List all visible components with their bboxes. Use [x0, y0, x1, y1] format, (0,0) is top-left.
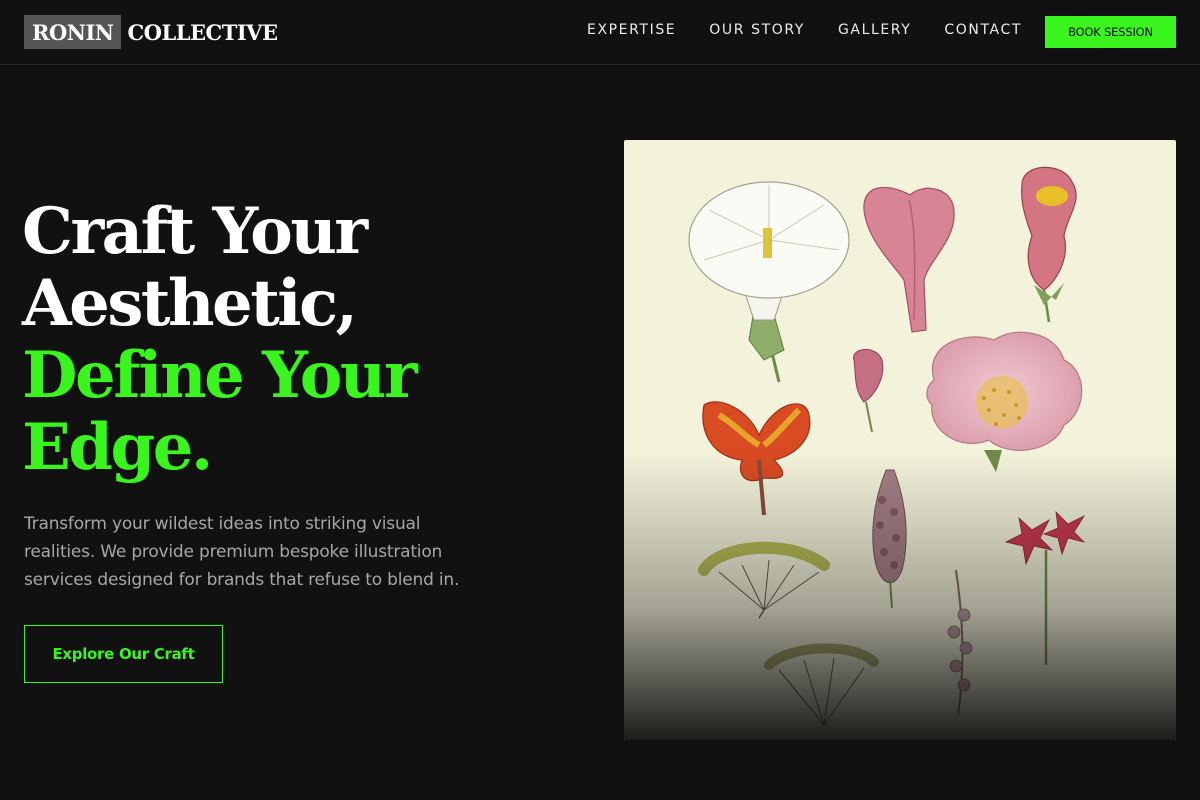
image-bottom-fade	[624, 140, 1176, 740]
navbar: RONIN COLLECTIVE EXPERTISE OUR STORY GAL…	[0, 0, 1200, 65]
nav-link-contact[interactable]: CONTACT	[944, 21, 1022, 39]
book-session-button[interactable]: BOOK SESSION	[1045, 16, 1176, 48]
brand-logo[interactable]: RONIN COLLECTIVE	[24, 15, 278, 49]
hero-title-line-1: Craft Your	[22, 194, 368, 269]
hero-title-line-3: Define Your	[22, 338, 418, 413]
botanical-illustration-image	[624, 140, 1176, 740]
hero-title-line-2: Aesthetic,	[22, 266, 358, 341]
logo-box-text: RONIN	[24, 15, 122, 49]
explore-craft-button[interactable]: Explore Our Craft	[24, 625, 223, 683]
botanical-illustration-svg	[624, 140, 1176, 740]
nav-link-gallery[interactable]: GALLERY	[838, 21, 911, 39]
logo-text: COLLECTIVE	[127, 19, 278, 45]
nav-links: EXPERTISE OUR STORY GALLERY CONTACT	[587, 21, 1055, 39]
nav-link-our-story[interactable]: OUR STORY	[709, 21, 805, 39]
hero-title: Craft Your Aesthetic, Define Your Edge.	[22, 196, 582, 484]
hero-title-line-4: Edge.	[22, 410, 213, 485]
hero-description: Transform your wildest ideas into striki…	[24, 514, 460, 590]
nav-link-expertise[interactable]: EXPERTISE	[587, 21, 676, 39]
